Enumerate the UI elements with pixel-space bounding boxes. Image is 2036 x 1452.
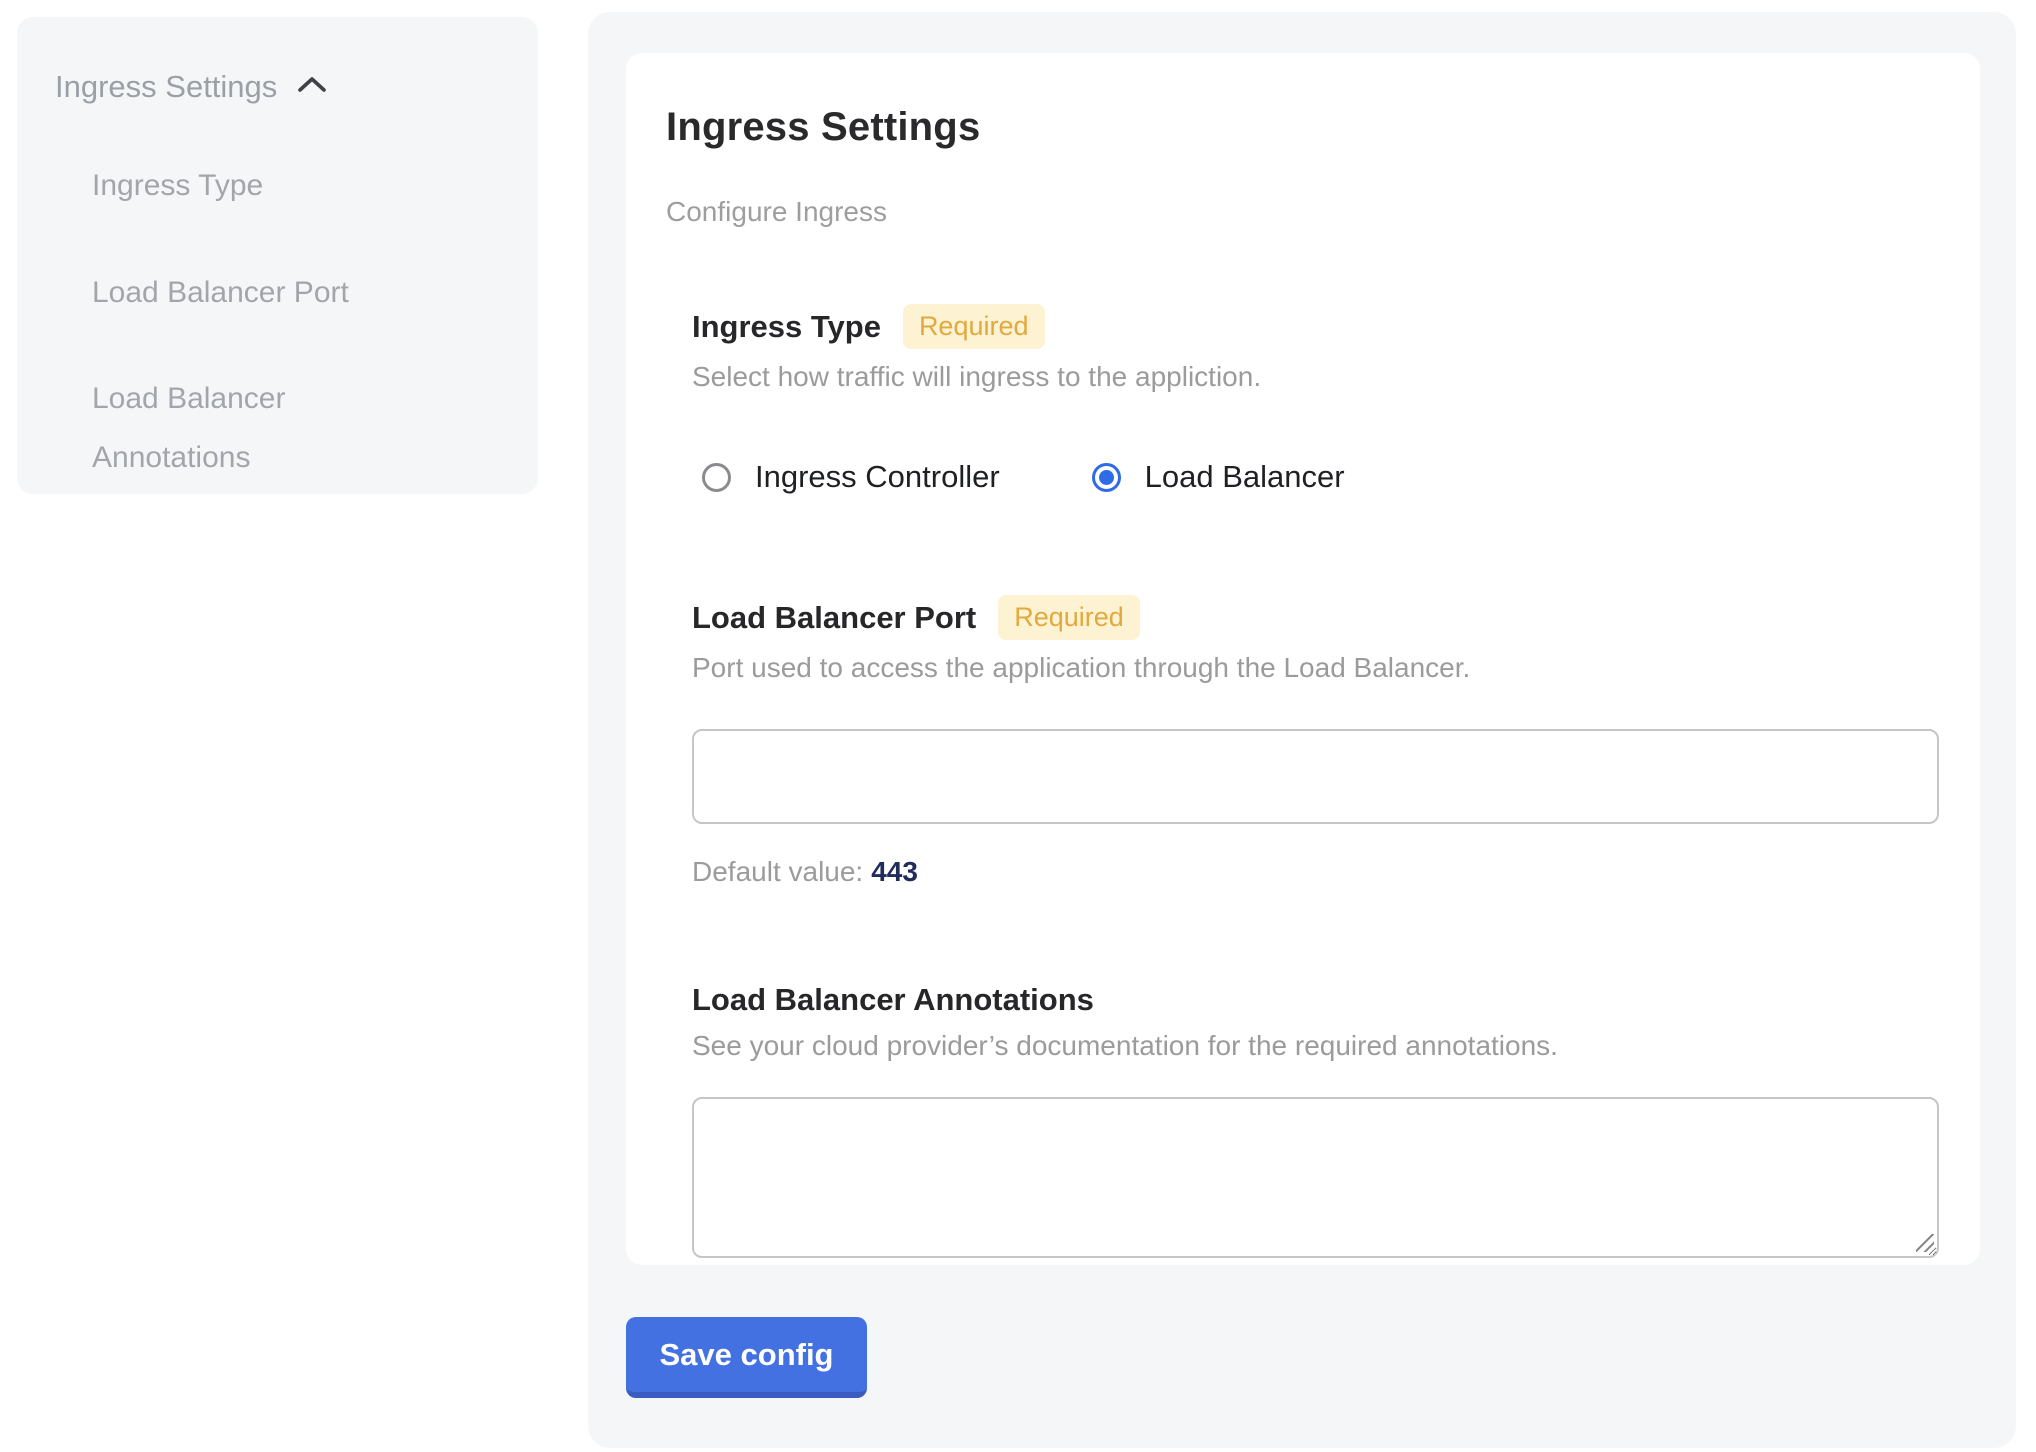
radio-label-ingress-controller: Ingress Controller	[755, 459, 1000, 495]
radio-selected-icon[interactable]	[1092, 463, 1121, 492]
section-load-balancer-annotations: Load Balancer Annotations See your cloud…	[692, 982, 1947, 1258]
section-load-balancer-port: Load Balancer Port Required Port used to…	[692, 595, 1947, 888]
main-panel: Ingress Settings Configure Ingress Ingre…	[588, 12, 2016, 1448]
load-balancer-port-input[interactable]	[692, 729, 1939, 824]
ingress-type-description: Select how traffic will ingress to the a…	[692, 361, 1947, 393]
radio-option-ingress-controller[interactable]: Ingress Controller	[702, 459, 1000, 495]
sidebar-item-load-balancer-annotations[interactable]: Load Balancer Annotations	[92, 370, 392, 487]
sidebar-section-title: Ingress Settings	[55, 69, 277, 105]
radio-option-load-balancer[interactable]: Load Balancer	[1092, 459, 1345, 495]
sidebar-section-ingress-settings[interactable]: Ingress Settings	[55, 69, 508, 105]
save-config-button[interactable]: Save config	[626, 1317, 867, 1398]
required-badge: Required	[903, 304, 1045, 349]
radio-label-load-balancer: Load Balancer	[1145, 459, 1345, 495]
settings-sidebar: Ingress Settings Ingress Type Load Balan…	[17, 17, 538, 494]
page-title: Ingress Settings	[666, 105, 1947, 150]
ingress-settings-card: Ingress Settings Configure Ingress Ingre…	[626, 53, 1980, 1265]
ingress-type-radio-group: Ingress Controller Load Balancer	[702, 459, 1947, 495]
sidebar-item-ingress-type[interactable]: Ingress Type	[92, 157, 392, 216]
default-value-line: Default value: 443	[692, 856, 1947, 888]
section-ingress-type: Ingress Type Required Select how traffic…	[692, 304, 1947, 495]
page-subtitle: Configure Ingress	[666, 196, 1947, 228]
lb-annotations-label: Load Balancer Annotations	[692, 982, 1094, 1018]
ingress-type-label: Ingress Type	[692, 309, 881, 345]
sidebar-item-load-balancer-port[interactable]: Load Balancer Port	[92, 264, 392, 323]
lb-annotations-description: See your cloud provider’s documentation …	[692, 1030, 1947, 1062]
lb-port-label: Load Balancer Port	[692, 600, 976, 636]
required-badge: Required	[998, 595, 1140, 640]
radio-unselected-icon[interactable]	[702, 463, 731, 492]
lb-port-description: Port used to access the application thro…	[692, 652, 1947, 684]
default-value-number: 443	[871, 856, 918, 887]
load-balancer-annotations-textarea[interactable]	[692, 1097, 1939, 1258]
chevron-up-icon	[295, 69, 329, 105]
default-value-label: Default value:	[692, 856, 863, 887]
save-row: Save config	[626, 1317, 2016, 1398]
sidebar-item-list: Ingress Type Load Balancer Port Load Bal…	[92, 157, 508, 487]
